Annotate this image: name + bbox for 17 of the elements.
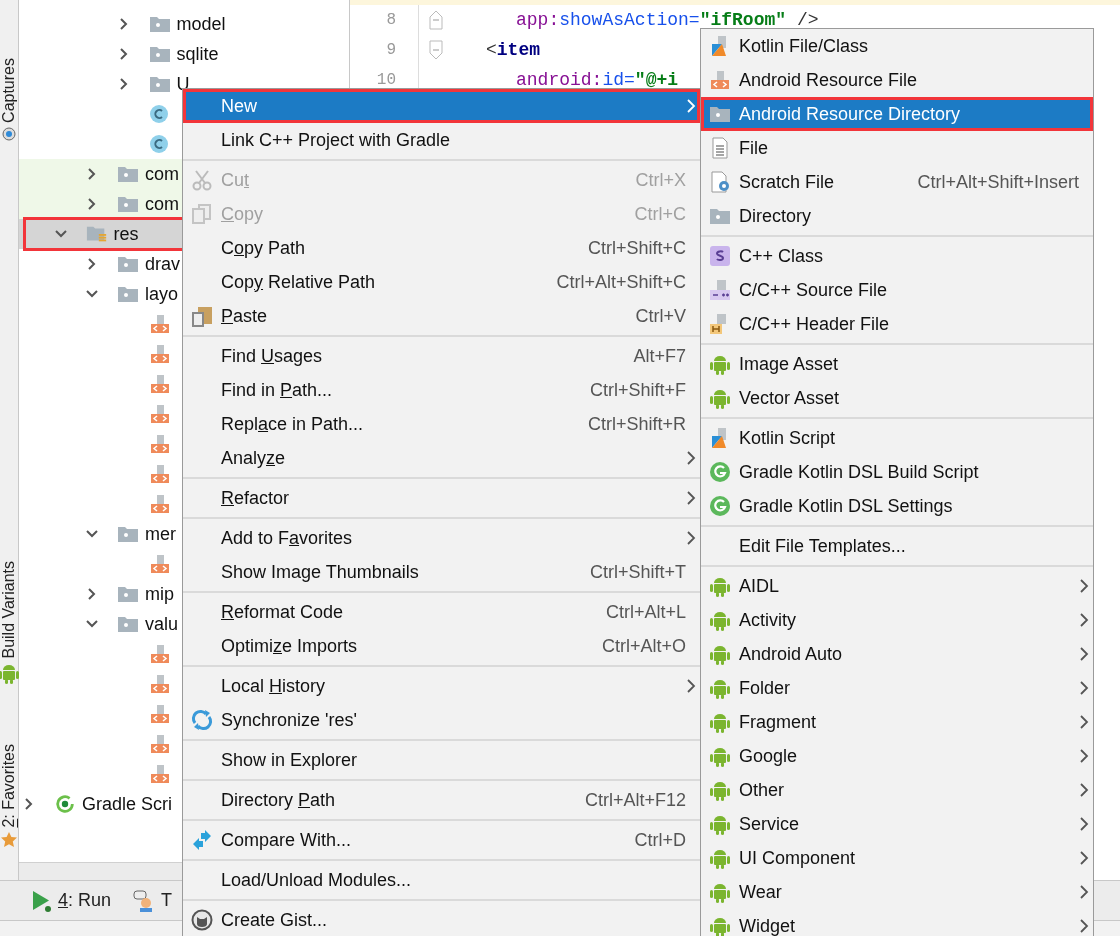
code-line: <item bbox=[485, 38, 541, 62]
tree-label: res bbox=[113, 222, 139, 246]
tree-label: layo bbox=[145, 282, 179, 306]
line-number: 10 bbox=[375, 70, 396, 91]
tree-label: mip bbox=[145, 582, 174, 606]
tree-label: Gradle Scri bbox=[82, 792, 173, 816]
line-number: 9 bbox=[385, 40, 396, 61]
tree-label: valu bbox=[145, 612, 179, 636]
code-line: app:showAsAction=″ifRoom″ /> bbox=[515, 8, 819, 32]
tree-label: sqlite bbox=[176, 42, 219, 66]
line-number: 8 bbox=[385, 10, 396, 31]
tree-label: mer bbox=[145, 522, 176, 546]
tree-label: com bbox=[145, 192, 179, 216]
tree-label: drav bbox=[145, 252, 180, 276]
code-line: android:id=″@+i bbox=[515, 68, 679, 92]
tree-label: com bbox=[145, 162, 179, 186]
tree-label: model bbox=[176, 12, 226, 36]
